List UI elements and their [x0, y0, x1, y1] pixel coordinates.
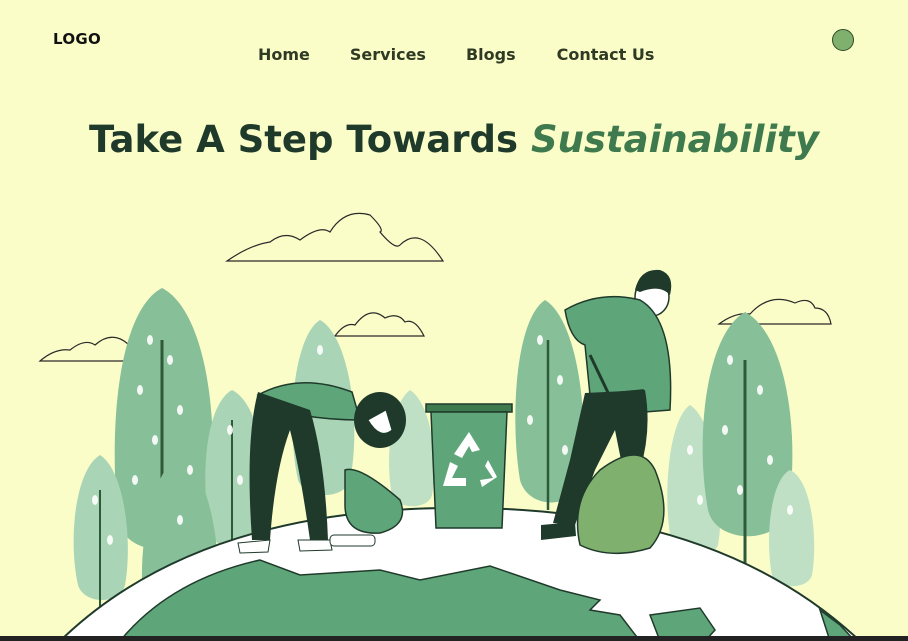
landing-page: LOGO Home Services Blogs Contact Us Take… [0, 0, 908, 641]
recycle-bin-icon [425, 403, 513, 529]
cloud-icon [38, 336, 131, 362]
person-left-icon [237, 381, 406, 554]
hero-illustration [38, 212, 862, 641]
cloud-icon [333, 312, 425, 337]
cloud-icon [225, 212, 445, 262]
bottom-border [0, 636, 908, 641]
